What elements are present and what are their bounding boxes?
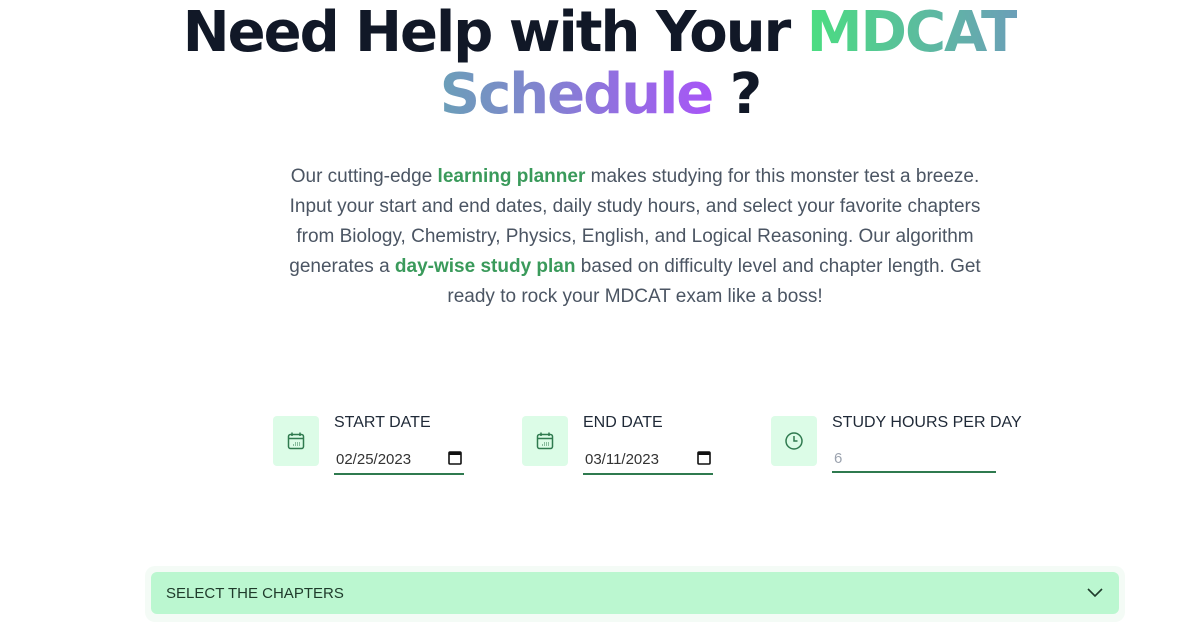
select-chapters-toggle[interactable]: SELECT THE CHAPTERS: [151, 572, 1119, 614]
chapters-accordion: SELECT THE CHAPTERS: [145, 566, 1125, 622]
page-title: Need Help with Your MDCAT Schedule ?: [0, 2, 1200, 126]
select-chapters-label: SELECT THE CHAPTERS: [166, 584, 344, 602]
study-hours-input[interactable]: [834, 450, 994, 467]
study-hours-input-wrap: [832, 446, 996, 473]
start-date-field: START DATE 02/25/2023: [273, 414, 464, 475]
clock-icon: [771, 416, 817, 466]
calendar-icon: [273, 416, 319, 466]
desc-highlight: learning planner: [437, 166, 586, 187]
desc-text: Our cutting-edge: [290, 166, 438, 187]
desc-highlight: day-wise study plan: [394, 256, 576, 277]
chevron-down-icon: [1087, 585, 1103, 602]
calendar-icon: [522, 416, 568, 466]
study-hours-label: STUDY HOURS PER DAY: [832, 414, 1022, 431]
description: Our cutting-edge learning planner makes …: [280, 162, 990, 312]
start-date-value: 02/25/2023: [336, 451, 412, 468]
end-date-label: END DATE: [583, 414, 663, 431]
title-text: Need Help with Your: [182, 0, 807, 65]
calendar-picker-icon[interactable]: [697, 450, 711, 469]
end-date-field: END DATE 03/11/2023: [522, 414, 713, 475]
start-date-label: START DATE: [334, 414, 431, 431]
end-date-input[interactable]: 03/11/2023: [583, 446, 713, 475]
calendar-picker-icon[interactable]: [448, 450, 462, 469]
start-date-input[interactable]: 02/25/2023: [334, 446, 464, 475]
end-date-value: 03/11/2023: [585, 451, 659, 468]
title-highlight-schedule: Schedule: [439, 62, 715, 127]
title-highlight-mdcat: MDCAT: [806, 0, 1019, 65]
title-suffix: ?: [712, 62, 762, 127]
study-hours-field: STUDY HOURS PER DAY: [771, 414, 1022, 473]
